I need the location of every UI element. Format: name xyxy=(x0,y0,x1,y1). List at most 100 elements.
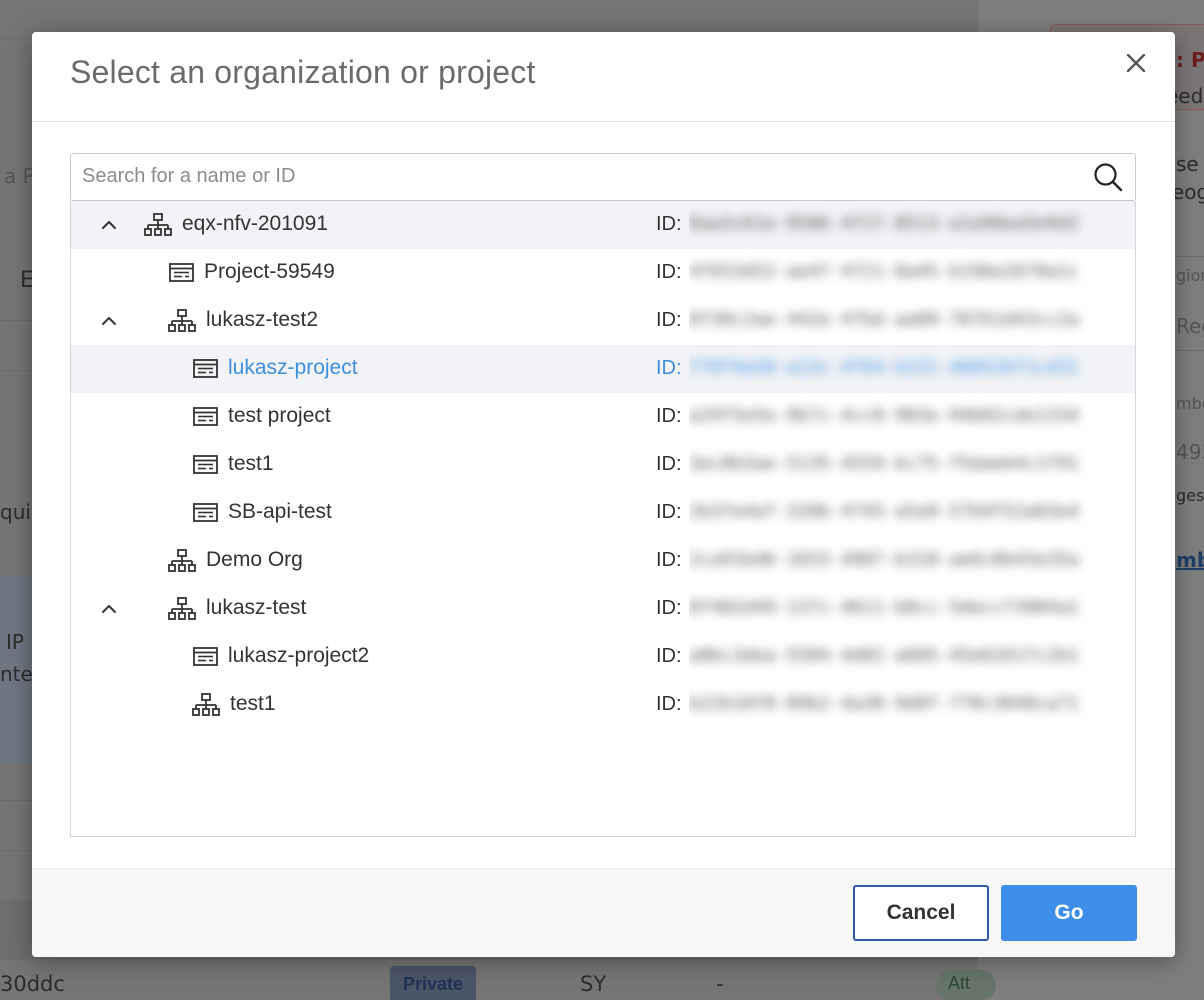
id-prefix-label: ID: xyxy=(656,549,682,571)
go-button[interactable]: Go xyxy=(1001,885,1137,941)
background-snippet: mbe xyxy=(1176,394,1204,413)
background-link: mbo xyxy=(1176,548,1204,572)
divider xyxy=(0,38,34,39)
redacted-id-value: 8f38c2ae-442e-47bd-aa09-78761d43cc2a xyxy=(689,301,1135,341)
modal-footer: Cancel Go xyxy=(32,868,1175,957)
close-button[interactable] xyxy=(1121,48,1151,78)
background-snippet: IP xyxy=(6,630,24,654)
tree-row-project[interactable]: Project-59549 ID: 4f653d52-ae47-4721-8a45-… xyxy=(71,249,1135,297)
tree-row-org[interactable]: eqx-nfv-201091 ID: 8aa3c61e-9586-4f27-8513… xyxy=(71,201,1135,249)
tree-row-org[interactable]: test1 ID: b22b18f0-89b2-4a30-9d8f-770c3048… xyxy=(71,681,1135,729)
background-row-dash: - xyxy=(716,972,724,996)
search-input[interactable] xyxy=(71,154,1071,198)
organization-icon xyxy=(192,693,220,716)
project-icon xyxy=(193,455,218,474)
redacted-id-value: a0bc3dea-5504-4d82-a685-45e6261fc2b1 xyxy=(689,637,1135,677)
tree-row-label: lukasz-project2 xyxy=(228,644,370,667)
redacted-id-value: 4f653d52-ae47-4721-8a45-b196e2678a1c xyxy=(689,253,1135,293)
tree-row-project[interactable]: lukasz-project ID: f7074e50-a13c-4f64-b231… xyxy=(71,345,1135,393)
background-snippet: 495 xyxy=(1176,440,1204,464)
tree-row-org[interactable]: Demo Org ID: 2ca91bd6-1033-4987-b318-ae6c0… xyxy=(71,537,1135,585)
id-value: 3ec8b3ae-5135-4559-bc75-f5daeb4c1f91 xyxy=(689,453,1080,474)
id-prefix-label: ID: xyxy=(656,645,682,667)
tree-row-label: lukasz-test2 xyxy=(206,308,319,331)
close-icon xyxy=(1126,53,1146,73)
chevron-up-icon[interactable] xyxy=(99,311,119,331)
tree-row-project[interactable]: SB-api-test ID: 2b3fe4af-320b-4745-a5a9-57… xyxy=(71,489,1135,537)
tree-row-label: lukasz-test xyxy=(206,596,307,619)
id-prefix-label: ID: xyxy=(656,597,682,619)
id-value: 8f38c2ae-442e-47bd-aa09-78761d43cc2a xyxy=(689,309,1080,330)
id-value: 8f402d49-137c-4611-b8cc-5deccf3904a1 xyxy=(689,597,1080,618)
project-icon xyxy=(193,647,218,666)
tree-row-org[interactable]: lukasz-test ID: 8f402d49-137c-4611-b8cc-5d… xyxy=(71,585,1135,633)
background-snippet: se t xyxy=(1176,152,1204,176)
background-snippet: gion xyxy=(1176,266,1204,285)
background-row-region: SY xyxy=(580,972,607,996)
id-prefix-label: ID: xyxy=(656,501,682,523)
chevron-up-icon[interactable] xyxy=(99,215,119,235)
background-snippet: Reg xyxy=(1176,314,1204,338)
id-prefix-label: ID: xyxy=(656,357,682,379)
tree-row-project[interactable]: lukasz-project2 ID: a0bc3dea-5504-4d82-a68… xyxy=(71,633,1135,681)
tree-row-label: SB-api-test xyxy=(228,500,332,523)
background-private-badge: Private xyxy=(390,966,476,1000)
id-prefix-label: ID: xyxy=(656,453,682,475)
id-value: 2b3fe4af-320b-4745-a5a9-57b9f52a83e4 xyxy=(689,501,1080,522)
redacted-id-value: 8aa3c61e-9586-4f27-8513-a1a98ea5e9d2 xyxy=(689,205,1135,245)
divider xyxy=(0,850,34,851)
tree-row-label: lukasz-project xyxy=(228,356,358,379)
organization-icon xyxy=(144,213,172,236)
redacted-id-value: b22b18f0-89b2-4a30-9d8f-770c3048ca71 xyxy=(689,685,1135,725)
id-value: 2ca91bd6-1033-4987-b318-ae6c0b43e35a xyxy=(689,549,1080,570)
id-value: b22b18f0-89b2-4a30-9d8f-770c3048ca71 xyxy=(689,693,1080,714)
redacted-id-value: 2b3fe4af-320b-4745-a5a9-57b9f52a83e4 xyxy=(689,493,1135,533)
redacted-id-value: 3ec8b3ae-5135-4559-bc75-f5daeb4c1f91 xyxy=(689,445,1135,485)
org-project-tree: eqx-nfv-201091 ID: 8aa3c61e-9586-4f27-8513… xyxy=(70,201,1136,837)
redacted-id-value: 8f402d49-137c-4611-b8cc-5deccf3904a1 xyxy=(689,589,1135,629)
background-row-id: 30ddc xyxy=(0,972,65,996)
project-icon xyxy=(169,263,194,282)
background-snippet: eog xyxy=(1172,180,1204,204)
background-snippet: ges: xyxy=(1176,486,1204,505)
cancel-button[interactable]: Cancel xyxy=(853,885,989,941)
id-prefix-label: ID: xyxy=(656,213,682,235)
id-prefix-label: ID: xyxy=(656,405,682,427)
project-icon xyxy=(193,407,218,426)
divider xyxy=(0,320,34,321)
chevron-up-icon[interactable] xyxy=(99,599,119,619)
divider xyxy=(1176,256,1204,257)
id-value: 8aa3c61e-9586-4f27-8513-a1a98ea5e9d2 xyxy=(689,213,1080,234)
organization-icon xyxy=(168,597,196,620)
tree-row-org[interactable]: lukasz-test2 ID: 8f38c2ae-442e-47bd-aa09-7… xyxy=(71,297,1135,345)
divider xyxy=(0,370,34,371)
background-status-badge: Att xyxy=(936,970,996,1000)
tree-row-label: eqx-nfv-201091 xyxy=(182,212,328,235)
background-alert-title: : Pr xyxy=(1176,48,1204,72)
id-value: a29f5e5e-9b7c-4cc0-983e-94b02cde1334 xyxy=(689,405,1080,426)
organization-icon xyxy=(168,549,196,572)
tree-row-project[interactable]: test project ID: a29f5e5e-9b7c-4cc0-983e-9… xyxy=(71,393,1135,441)
redacted-id-value: 2ca91bd6-1033-4987-b318-ae6c0b43e35a xyxy=(689,541,1135,581)
tree-row-label: Project-59549 xyxy=(204,260,335,283)
select-org-project-modal: Select an organization or project eqx-nf… xyxy=(32,32,1175,957)
divider xyxy=(0,800,34,801)
background-snippet: a P xyxy=(4,164,35,188)
organization-icon xyxy=(168,309,196,332)
tree-row-label: test project xyxy=(228,404,331,427)
id-value: 4f653d52-ae47-4721-8a45-b196e2678a1c xyxy=(689,261,1080,282)
id-prefix-label: ID: xyxy=(656,261,682,283)
modal-title: Select an organization or project xyxy=(70,54,536,90)
tree-row-label: test1 xyxy=(230,692,276,715)
id-prefix-label: ID: xyxy=(656,693,682,715)
tree-row-label: test1 xyxy=(228,452,274,475)
project-icon xyxy=(193,359,218,378)
redacted-id-value: a29f5e5e-9b7c-4cc0-983e-94b02cde1334 xyxy=(689,397,1135,437)
id-value: a0bc3dea-5504-4d82-a685-45e6261fc2b1 xyxy=(689,645,1080,666)
modal-header: Select an organization or project xyxy=(32,32,1175,122)
id-prefix-label: ID: xyxy=(656,309,682,331)
tree-row-project[interactable]: test1 ID: 3ec8b3ae-5135-4559-bc75-f5daeb4c… xyxy=(71,441,1135,489)
id-value: f7074e50-a13c-4f64-b231-4b0526f1cd31 xyxy=(689,357,1080,378)
search-icon[interactable] xyxy=(1093,162,1123,192)
tree-row-label: Demo Org xyxy=(206,548,303,571)
